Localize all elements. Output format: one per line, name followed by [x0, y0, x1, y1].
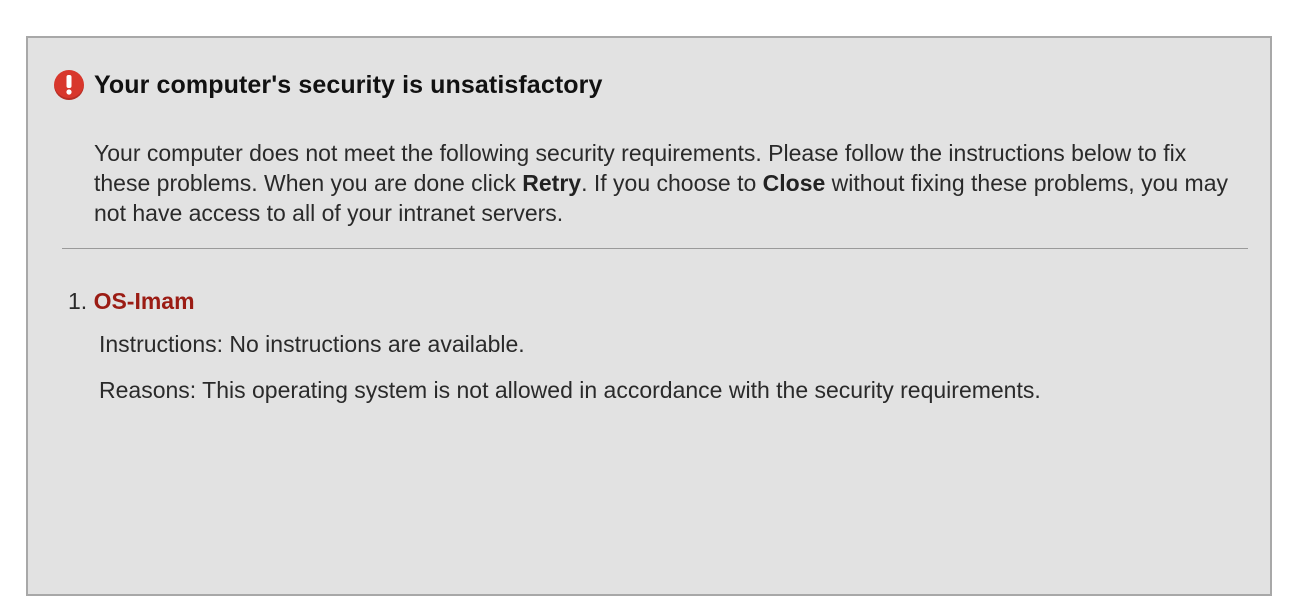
dialog-header: Your computer's security is unsatisfacto… [54, 70, 602, 100]
section-divider [62, 248, 1248, 249]
intro-text: Your computer does not meet the followin… [94, 138, 1234, 228]
requirement-name: OS-Imam [93, 288, 195, 314]
requirement-number: 1. [68, 288, 88, 314]
alert-exclamation-icon [54, 70, 84, 100]
dialog-title: Your computer's security is unsatisfacto… [94, 70, 603, 99]
intro-text-part2: . If you choose to [581, 170, 763, 196]
requirement-header: 1. OS-Imam [68, 288, 1218, 314]
requirement-reasons: Reasons: This operating system is not al… [99, 377, 1041, 403]
requirement-instructions: Instructions: No instructions are availa… [99, 331, 525, 357]
close-keyword: Close [762, 170, 826, 196]
retry-keyword: Retry [522, 170, 582, 196]
requirement-item: 1. OS-Imam Instructions: No instructions… [68, 288, 1218, 404]
security-dialog-panel: Your computer's security is unsatisfacto… [26, 36, 1272, 596]
